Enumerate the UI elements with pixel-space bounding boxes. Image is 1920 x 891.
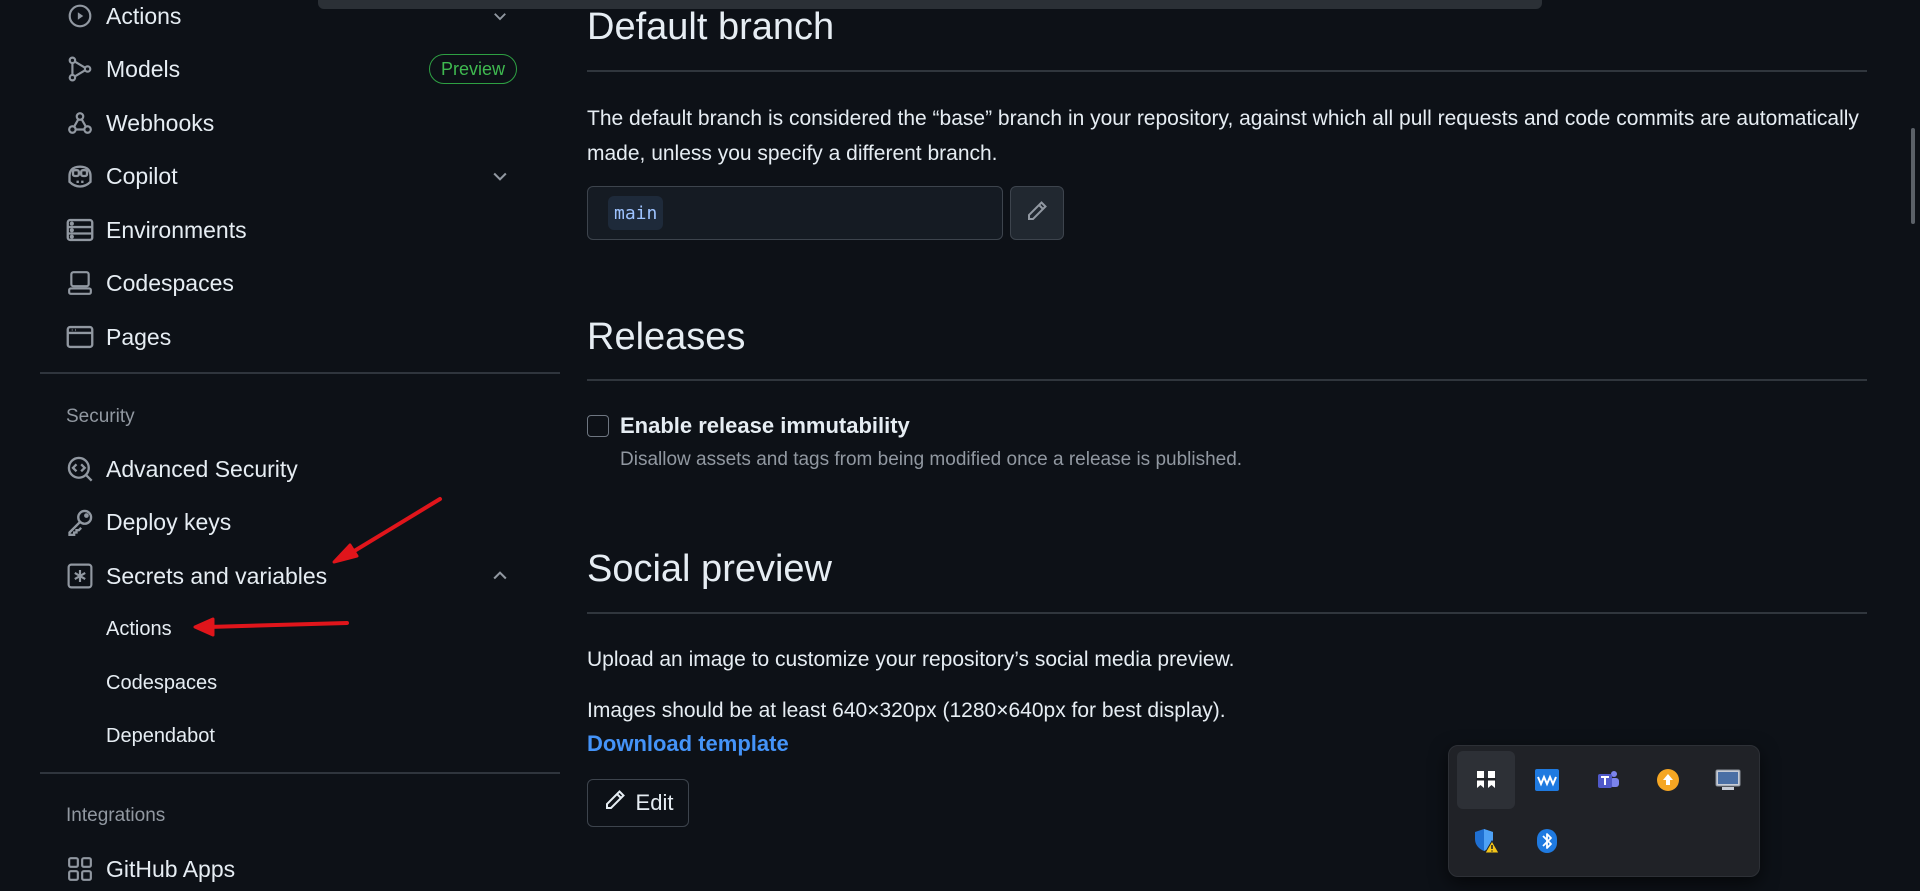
sidebar-divider [40,372,560,374]
edit-label: Edit [635,790,674,815]
integrations-group-label: Integrations [66,805,166,826]
sidebar-item-secrets-and-variables[interactable]: Secrets and variables [64,554,544,598]
social-preview-heading: Social preview [587,548,832,590]
security-group-label: Security [66,406,135,427]
social-preview-text: Upload an image to customize your reposi… [587,648,1235,671]
asterisk-icon [64,560,96,592]
bookmark-app-icon[interactable] [1457,751,1515,809]
sidebar-item-label: Advanced Security [106,455,298,482]
sidebar-item-label: Models [106,55,181,82]
sidebar-item-copilot[interactable]: Copilot [64,154,544,198]
browser-icon [64,321,96,353]
section-divider [587,612,1867,614]
sidebar-item-codespaces[interactable]: Codespaces [64,261,544,305]
security-warning-icon[interactable] [1457,812,1515,870]
update-icon[interactable] [1639,751,1697,809]
sidebar-item-label: Secrets and variables [106,562,328,589]
key-icon [64,506,96,538]
play-icon [64,0,96,32]
system-tray-popup [1448,745,1760,877]
pencil-icon [1025,199,1049,228]
apps-icon [64,853,96,885]
sidebar-item-label: GitHub Apps [106,855,236,882]
section-divider [587,379,1867,381]
releases-heading: Releases [587,316,746,358]
edit-social-preview-button[interactable]: Edit [587,779,689,827]
sidebar-item-label: Pages [106,323,172,350]
display-icon[interactable] [1699,751,1757,809]
sidebar-item-label: Copilot [106,162,178,189]
sidebar-subitem-dependabot[interactable]: Dependabot [106,716,215,756]
default-branch-field: main [587,186,1003,240]
chevron-up-icon[interactable] [486,562,514,590]
sidebar-item-label: Codespaces [106,269,234,296]
sidebar-item-label: Actions [106,2,182,29]
copilot-icon [64,160,96,192]
bluetooth-icon[interactable] [1518,812,1576,870]
edit-default-branch-button[interactable] [1010,186,1064,240]
sidebar-item-webhooks[interactable]: Webhooks [64,101,544,145]
sidebar-item-label: Deploy keys [106,508,232,535]
chevron-down-icon[interactable] [486,2,514,30]
pencil-icon [603,788,627,818]
settings-sidebar: Actions Models Preview Webhooks Copilot … [40,0,560,887]
sidebar-item-label: Environments [106,216,247,243]
sidebar-subitem-codespaces[interactable]: Codespaces [106,663,217,703]
teams-icon[interactable] [1579,751,1637,809]
sidebar-item-label: Webhooks [106,109,215,136]
default-branch-description: The default branch is considered the “ba… [587,107,1859,165]
sidebar-divider [40,772,560,774]
preview-badge: Preview [428,54,517,84]
sidebar-item-environments[interactable]: Environments [64,208,544,252]
webhook-icon [64,107,96,139]
server-icon [64,214,96,246]
section-divider [587,70,1867,72]
release-immutability-label[interactable]: Enable release immutability [620,413,910,439]
sidebar-item-deploy-keys[interactable]: Deploy keys [64,500,544,544]
release-immutability-description: Disallow assets and tags from being modi… [620,449,1243,470]
branch-name: main [608,196,664,230]
release-immutability-checkbox[interactable] [587,415,609,437]
sidebar-item-actions[interactable]: Actions [64,0,544,38]
codespaces-icon [64,267,96,299]
codescan-icon [64,453,96,485]
chevron-down-icon[interactable] [486,162,514,190]
sidebar-item-models[interactable]: Models Preview [64,47,544,91]
sidebar-item-advanced-security[interactable]: Advanced Security [64,447,544,491]
default-branch-heading: Default branch [587,6,835,48]
waves-app-icon[interactable] [1518,751,1576,809]
download-template-link[interactable]: Download template [587,731,789,757]
sidebar-item-github-apps[interactable]: GitHub Apps [64,847,544,891]
sidebar-subitem-actions[interactable]: Actions [106,609,172,649]
models-icon [64,53,96,85]
sidebar-item-pages[interactable]: Pages [64,315,544,359]
social-preview-requirements: Images should be at least 640×320px (128… [587,699,1226,722]
scrollbar-thumb[interactable] [1911,128,1915,224]
